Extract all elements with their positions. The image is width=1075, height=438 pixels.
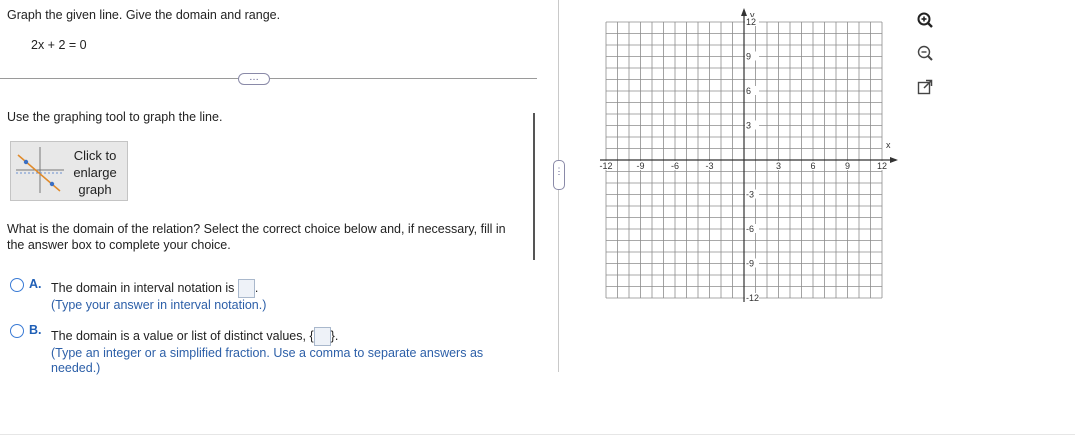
panel-resize-handle[interactable]: ⋮: [553, 160, 565, 190]
x-tick-label: 3: [776, 161, 781, 171]
choice-b-text-before: The domain is a value or list of distinc…: [51, 328, 306, 343]
choice-a-answer-box[interactable]: [237, 279, 255, 298]
choice-a-radio[interactable]: [10, 278, 24, 292]
choice-b-hint-line-1: (Type an integer or a simplified fractio…: [51, 346, 484, 360]
enlarge-label-2: enlarge: [73, 165, 117, 180]
choice-b-period: .: [334, 328, 339, 343]
bottom-divider: [0, 434, 1075, 435]
y-axis-arrow: [741, 8, 747, 16]
x-tick-label: 12: [877, 161, 887, 171]
equation: 2x + 2 = 0: [31, 38, 87, 52]
zoom-in-icon[interactable]: [916, 11, 934, 29]
instructions: Use the graphing tool to graph the line.: [7, 110, 223, 124]
y-tick-label: 12: [746, 17, 756, 27]
x-tick-label: -12: [599, 161, 612, 171]
y-tick-label: -3: [746, 190, 754, 200]
enlarge-label-3: graph: [78, 182, 112, 197]
x-tick-label: -3: [705, 161, 713, 171]
zoom-out-icon[interactable]: [916, 44, 934, 62]
choice-b-letter: B.: [29, 323, 42, 337]
x-axis-arrow: [890, 157, 898, 163]
x-tick-label: 6: [810, 161, 815, 171]
choice-a-letter: A.: [29, 277, 42, 291]
graph-thumbnail-icon: [16, 147, 64, 193]
more-button[interactable]: …: [238, 73, 270, 85]
choice-a-period: .: [254, 280, 259, 295]
open-new-window-icon[interactable]: [916, 78, 934, 96]
choice-b-text: The domain is a value or list of distinc…: [51, 327, 338, 346]
y-tick-label: -9: [746, 259, 754, 269]
y-tick-label: 9: [746, 52, 751, 62]
choice-a-text: The domain in interval notation is .: [51, 279, 258, 298]
domain-question-line-1: What is the domain of the relation? Sele…: [7, 222, 506, 236]
enlarge-graph-button[interactable]: Click to enlarge graph: [10, 141, 128, 201]
domain-question-line-2: the answer box to complete your choice.: [7, 238, 231, 252]
y-tick-label: 6: [746, 86, 751, 96]
choice-b-radio[interactable]: [10, 324, 24, 338]
x-tick-label: 9: [845, 161, 850, 171]
choice-b-hint-line-2: needed.): [51, 361, 101, 375]
enlarge-label-1: Click to: [73, 148, 117, 163]
question-prompt: Graph the given line. Give the domain an…: [7, 8, 281, 22]
choice-b-answer-box[interactable]: [313, 327, 331, 346]
choice-a-hint: (Type your answer in interval notation.): [51, 298, 267, 312]
x-tick-label: -9: [636, 161, 644, 171]
x-tick-label: -6: [671, 161, 679, 171]
coordinate-graph[interactable]: xy-12 -9 -6 -3 3 6 9 1212963-3-6-9-12: [590, 8, 910, 328]
y-tick-label: -6: [746, 224, 754, 234]
x-axis-label: x: [886, 140, 891, 150]
y-tick-label: 3: [746, 121, 751, 131]
left-panel-scrollbar[interactable]: [533, 113, 535, 260]
choice-a-text-before: The domain in interval notation is: [51, 280, 235, 295]
y-tick-label: -12: [746, 293, 759, 303]
